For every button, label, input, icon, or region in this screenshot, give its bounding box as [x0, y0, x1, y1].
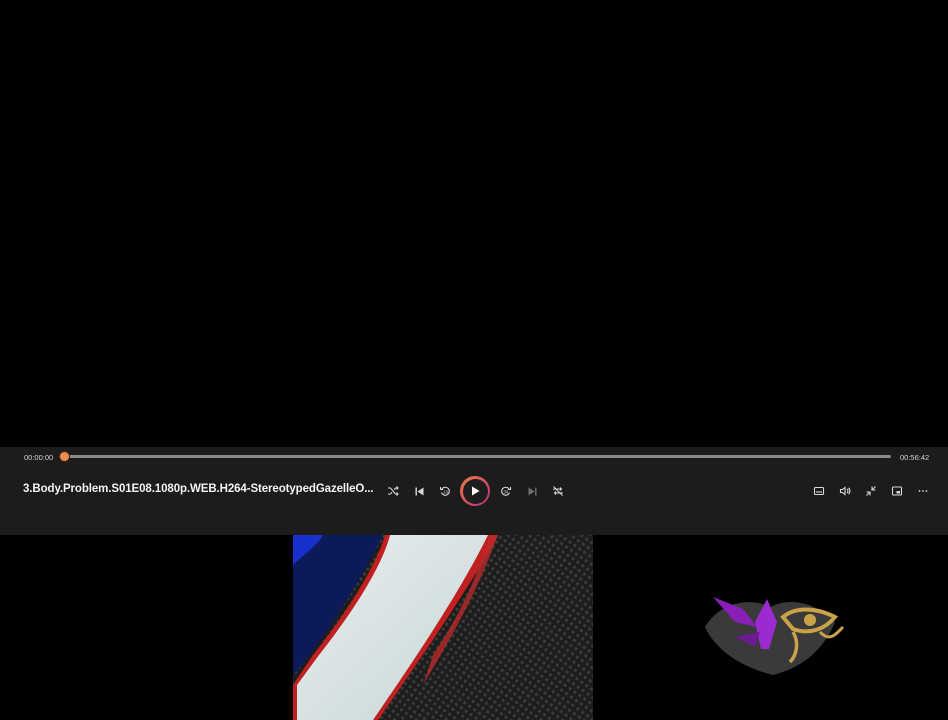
- forward-button[interactable]: 30: [495, 480, 517, 502]
- subtitles-button[interactable]: [808, 480, 830, 502]
- next-icon: [528, 487, 536, 495]
- mini-player-icon: [891, 486, 903, 496]
- rewind-10-icon: 10: [439, 486, 450, 496]
- previous-icon: [415, 487, 423, 495]
- rewind-button[interactable]: 10: [434, 480, 456, 502]
- play-button-inner: [462, 478, 488, 504]
- more-button[interactable]: [912, 480, 934, 502]
- wallpaper-image: [293, 535, 593, 720]
- total-time: 00:56:42: [900, 453, 930, 462]
- shuffle-icon: [388, 486, 399, 496]
- logo-image: [695, 587, 850, 677]
- next-button[interactable]: [521, 480, 543, 502]
- svg-text:10: 10: [443, 490, 448, 495]
- background-area: [0, 535, 948, 720]
- subtitles-icon: [813, 486, 825, 496]
- current-time: 00:00:00: [24, 453, 54, 462]
- seek-bar[interactable]: [64, 455, 891, 458]
- repeat-button[interactable]: [547, 480, 569, 502]
- mini-player-button[interactable]: [886, 480, 908, 502]
- forward-30-icon: 30: [501, 486, 512, 496]
- exit-fullscreen-button[interactable]: [860, 480, 882, 502]
- volume-button[interactable]: [834, 480, 856, 502]
- video-canvas[interactable]: [0, 0, 948, 447]
- media-title: 3.Body.Problem.S01E08.1080p.WEB.H264-Ste…: [23, 483, 374, 495]
- volume-icon: [839, 486, 851, 496]
- repeat-off-icon: [553, 486, 563, 496]
- player-control-bar: 00:00:00 00:56:42 3.Body.Problem.S01E08.…: [0, 447, 948, 535]
- more-icon: [918, 490, 928, 492]
- play-button[interactable]: [460, 476, 490, 506]
- seek-thumb[interactable]: [60, 452, 69, 461]
- previous-button[interactable]: [408, 480, 430, 502]
- play-icon: [472, 486, 480, 496]
- exit-fullscreen-icon: [866, 486, 876, 496]
- shuffle-button[interactable]: [382, 480, 404, 502]
- svg-text:30: 30: [504, 490, 509, 495]
